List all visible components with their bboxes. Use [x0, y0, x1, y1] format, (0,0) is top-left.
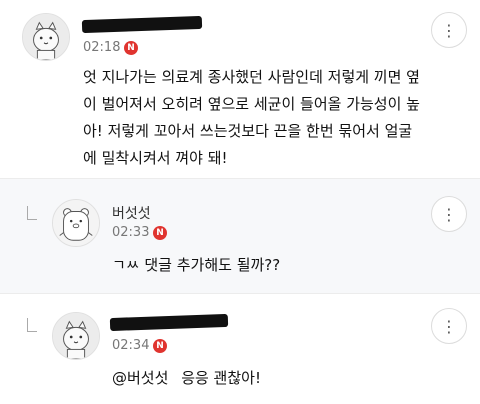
avatar-cat[interactable] [22, 13, 70, 61]
comment-line: 엇 지나가는 의료계 종사했던 사람인데 저렇게 끼면 옆 [83, 68, 420, 86]
reply-arrow-icon [27, 206, 37, 220]
bear-face-icon [53, 200, 99, 246]
comment-time: 02:18 [83, 40, 121, 55]
comment-line: 에 밀착시켜서 껴야 돼! [83, 149, 228, 167]
new-badge: N [153, 339, 167, 353]
avatar-bear[interactable] [52, 199, 100, 247]
more-options-button[interactable]: ⋮ [431, 196, 467, 232]
comment-1: 02:18 N ⋮ 엇 지나가는 의료계 종사했던 사람인데 저렇게 끼면 옆 … [0, 0, 480, 178]
mention-link[interactable]: @버섯섯 [112, 369, 168, 387]
more-options-button[interactable]: ⋮ [431, 308, 467, 344]
comment-line: 이 벌어져서 오히려 옆으로 세균이 들어올 가능성이 높 [83, 95, 420, 113]
avatar-cat[interactable] [52, 312, 100, 360]
redacted-nickname [109, 313, 229, 332]
comment-text: @버섯섯 응응 괜찮아! [112, 365, 261, 392]
comment-time: 02:34 [112, 338, 150, 353]
cat-face-icon [53, 313, 99, 359]
comment-line: 아! 저렇게 꼬아서 쓰는것보다 끈을 한번 묶어서 얼굴 [83, 122, 413, 140]
redacted-nickname [81, 15, 203, 34]
reply-arrow-icon [27, 318, 37, 332]
more-options-button[interactable]: ⋮ [431, 12, 467, 48]
reply-comment-1: 버섯섯 02:33 N ⋮ ㄱㅆ 댓글 추가해도 될까?? [0, 178, 480, 294]
cat-face-icon [23, 14, 69, 60]
new-badge: N [124, 41, 138, 55]
new-badge: N [153, 226, 167, 240]
comment-time: 02:33 [112, 225, 150, 240]
comment-nickname[interactable]: 버섯섯 [112, 203, 151, 223]
reply-comment-2: 02:34 N ⋮ @버섯섯 응응 괜찮아! [0, 294, 480, 404]
comment-body: 응응 괜찮아! [181, 369, 261, 387]
comment-text: 엇 지나가는 의료계 종사했던 사람인데 저렇게 끼면 옆 이 벌어져서 오히려… [83, 64, 473, 172]
comment-text: ㄱㅆ 댓글 추가해도 될까?? [112, 256, 281, 274]
